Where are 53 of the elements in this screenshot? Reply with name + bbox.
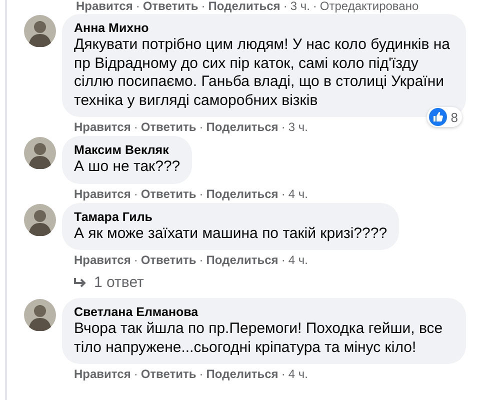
action-link[interactable]: Поделиться: [208, 0, 280, 13]
author-name[interactable]: Тамара Гиль: [74, 208, 388, 224]
separator-dot: ·: [281, 186, 286, 200]
separator-dot: ·: [281, 253, 286, 267]
author-name[interactable]: Максим Векляк: [74, 142, 180, 158]
timestamp[interactable]: 4 ч.: [288, 186, 308, 200]
action-link[interactable]: Поделиться: [206, 120, 278, 134]
separator-dot: ·: [312, 0, 317, 13]
separator-dot: ·: [281, 367, 286, 381]
action-link[interactable]: Нравится: [74, 120, 131, 134]
reply-arrow-icon: [74, 276, 88, 288]
avatar-icon[interactable]: [24, 137, 56, 169]
avatar-icon[interactable]: [24, 15, 56, 47]
timestamp[interactable]: 4 ч.: [288, 367, 308, 381]
timestamp[interactable]: 3 ч.: [288, 120, 308, 134]
action-link[interactable]: Ответить: [142, 0, 198, 13]
edited-label: Отредактировано: [320, 0, 419, 13]
action-link[interactable]: Нравится: [74, 253, 131, 267]
action-link[interactable]: Нравится: [76, 0, 133, 13]
action-link[interactable]: Поделиться: [206, 253, 278, 267]
avatar-icon[interactable]: [24, 299, 56, 331]
separator-dot: ·: [199, 253, 204, 267]
separator-dot: ·: [201, 0, 206, 13]
action-link[interactable]: Поделиться: [206, 367, 278, 381]
avatar-icon[interactable]: [24, 204, 56, 236]
separator-dot: ·: [134, 367, 138, 381]
comment-text: А шо не так???: [74, 158, 180, 176]
separator-dot: ·: [199, 367, 204, 381]
action-link[interactable]: Ответить: [140, 120, 196, 134]
comment-text: Дякувати потрібно цим людям! У нас коло будинків на пр Відрадному до сих пір каток, самі коло під'їзду сіллю посипаємо. Ганьба владі, що в столиці України техніка у вигляді саморобних візків: [74, 36, 451, 110]
comment-text: А як може заїхати машина по такій кризі????: [74, 224, 388, 243]
like-icon: [428, 108, 447, 126]
comment-text: Вчора так йшла по пр.Перемоги! Походка гейши, все тіло напружене...сьогодні кріпатура та мінус кіло!: [74, 320, 444, 357]
timestamp[interactable]: 4 ч.: [288, 253, 308, 267]
separator-dot: ·: [283, 0, 288, 13]
separator-dot: ·: [134, 186, 138, 200]
action-link[interactable]: Ответить: [140, 253, 196, 267]
reaction-count[interactable]: 8: [426, 107, 462, 127]
separator-dot: ·: [199, 120, 204, 134]
action-link[interactable]: Ответить: [140, 367, 196, 381]
action-link[interactable]: Ответить: [140, 186, 196, 200]
separator-dot: ·: [134, 253, 138, 267]
action-link[interactable]: Поделиться: [206, 186, 278, 200]
author-name[interactable]: Анна Михно: [74, 20, 454, 36]
separator-dot: ·: [134, 120, 138, 134]
separator-dot: ·: [281, 120, 286, 134]
action-link[interactable]: Нравится: [74, 186, 131, 200]
timestamp[interactable]: 3 ч.: [290, 0, 310, 13]
separator-dot: ·: [136, 0, 140, 13]
action-link[interactable]: Нравится: [74, 367, 131, 381]
separator-dot: ·: [199, 186, 204, 200]
replies-link[interactable]: 1 ответ: [74, 274, 144, 291]
author-name[interactable]: Светлана Елманова: [74, 304, 454, 320]
